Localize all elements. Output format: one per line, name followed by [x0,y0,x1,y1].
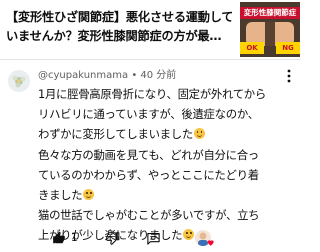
like-button[interactable]: 1 [52,228,78,248]
sad-face-emoji-icon [193,128,205,140]
like-count: 1 [71,232,78,244]
thumb-up-icon [53,231,65,244]
avatar[interactable] [8,70,30,92]
more-vertical-icon[interactable] [284,68,294,84]
comment-line: 猫の世話でしゃがむことが多いですが、立ち [38,208,260,223]
comment-line: 1月に脛骨高原骨折になり、固定が外れてから [38,87,266,101]
thumbnail-banner: 変形性膝関節症 [240,7,300,19]
comment-time: 40 分前 [140,70,177,81]
video-thumbnail[interactable]: 変形性膝関節症 OK NG [240,2,300,57]
comment-text: 1月に脛骨高原骨折になり、固定が外れてから リハビリに通っていますが、後遺症なの… [38,84,296,246]
comment-line: わずかに変形してしまいました [38,124,296,144]
comment-line: 色々な方の動画を見ても、どれが自分に合っ [38,147,259,162]
thumbnail-badge-ok: OK [240,42,264,54]
avatar-flower-image [8,70,30,92]
thumb-down-icon [106,232,120,245]
comment-meta: @cyupakunmama • 40 分前 [38,69,278,83]
smile-emoji-icon [83,189,95,201]
divider [0,59,300,60]
dislike-button[interactable] [106,228,120,248]
youtube-comment-view: 【変形性ひざ関節症】悪化させる運動して いませんか？変形性膝関節症の方が最… 変… [0,0,300,252]
video-title-line: いませんか？変形性膝関節症の方が最… [6,29,222,43]
comment-line: ているのかわからず、やっとここにたどり着 [38,167,259,182]
video-title-line: 【変形性ひざ関節症】悪化させる運動して [6,10,232,24]
heart-icon [207,240,214,246]
reply-comment-icon [147,232,160,245]
comment-line: リハビリに通っていますが、後遺症なのか、 [38,107,259,122]
video-title[interactable]: 【変形性ひざ関節症】悪化させる運動して いませんか？変形性膝関節症の方が最… [6,8,232,46]
comment-actions: 1 [38,228,296,248]
video-header[interactable]: 【変形性ひざ関節症】悪化させる運動して いませんか？変形性膝関節症の方が最… 変… [0,0,300,58]
comment-line: きました [38,185,296,205]
thumbnail-badge-ng: NG [276,42,300,54]
reply-button[interactable] [146,228,161,248]
comment-author[interactable]: @cyupakunmama [38,70,128,81]
